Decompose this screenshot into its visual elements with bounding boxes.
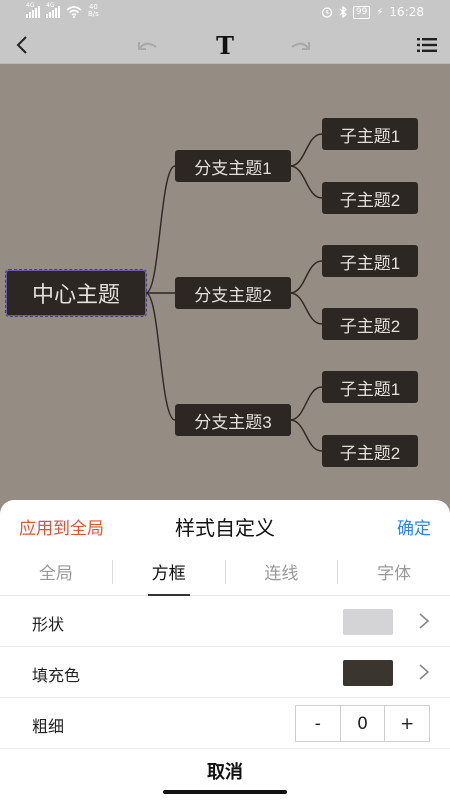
mindmap-canvas[interactable]: 中心主题 分支主题1 分支主题2 分支主题3 子主题1 子主题2 子主题1 子主…	[0, 64, 450, 500]
bluetooth-icon	[339, 6, 347, 18]
chevron-right-icon	[419, 664, 430, 680]
decrease-button[interactable]: -	[296, 706, 340, 741]
net-speed: 40 B/s	[88, 3, 99, 18]
editor-toolbar: T	[0, 26, 450, 64]
outline-button[interactable]	[414, 26, 440, 64]
subtopic[interactable]: 子主题2	[322, 182, 418, 214]
sheet-header: 样式自定义 应用到全局 确定	[0, 500, 450, 548]
branch-topic-2[interactable]: 分支主题2	[175, 277, 291, 309]
fill-color-row[interactable]: 填充色	[0, 647, 450, 698]
redo-icon	[291, 42, 310, 50]
thickness-stepper: - 0 +	[295, 705, 430, 742]
chevron-left-icon	[16, 36, 27, 54]
style-settings-sheet: 样式自定义 应用到全局 确定 全局 方框 连线 字体 形状 填充色 粗细 - 0…	[0, 500, 450, 800]
thickness-label: 粗细	[32, 717, 65, 736]
chevron-right-icon	[419, 613, 430, 629]
undo-button[interactable]	[134, 26, 162, 64]
fill-color-label: 填充色	[32, 666, 81, 685]
confirm-button[interactable]: 确定	[397, 514, 431, 539]
clock: 16:28	[389, 5, 424, 19]
wifi-icon	[66, 6, 82, 18]
tab-font[interactable]: 字体	[338, 548, 450, 595]
subtopic[interactable]: 子主题2	[322, 308, 418, 340]
charging-icon: ⚡	[376, 6, 384, 18]
cellular-signal-icon: 4G	[26, 2, 40, 18]
subtopic[interactable]: 子主题1	[322, 245, 418, 277]
style-tabs: 全局 方框 连线 字体	[0, 548, 450, 596]
battery-level: 99	[352, 5, 371, 19]
status-bar: 4G 4G 40 B/s 99 ⚡ 16:28	[0, 0, 450, 26]
undo-icon	[138, 42, 157, 50]
root-topic[interactable]: 中心主题	[5, 269, 147, 317]
cellular-signal-icon: 4G	[46, 2, 60, 18]
apply-all-button[interactable]: 应用到全局	[19, 514, 104, 539]
thickness-value[interactable]: 0	[339, 706, 385, 741]
increase-button[interactable]: +	[384, 706, 429, 741]
tab-global[interactable]: 全局	[0, 548, 112, 595]
shape-row[interactable]: 形状	[0, 596, 450, 647]
fill-color-swatch[interactable]	[343, 660, 393, 686]
shape-preview[interactable]	[343, 609, 393, 635]
thickness-row: 粗细 - 0 +	[0, 698, 450, 749]
shape-label: 形状	[32, 615, 65, 634]
subtopic[interactable]: 子主题1	[322, 118, 418, 150]
text-style-button[interactable]: T	[210, 26, 240, 64]
cancel-button[interactable]: 取消	[0, 758, 450, 784]
redo-button[interactable]	[286, 26, 314, 64]
branch-topic-1[interactable]: 分支主题1	[175, 150, 291, 182]
subtopic[interactable]: 子主题2	[322, 435, 418, 467]
back-button[interactable]	[10, 26, 34, 64]
tab-line[interactable]: 连线	[226, 548, 338, 595]
tab-box[interactable]: 方框	[113, 548, 225, 595]
list-icon	[417, 38, 437, 52]
subtopic[interactable]: 子主题1	[322, 371, 418, 403]
text-style-icon: T	[216, 30, 234, 60]
alarm-icon	[321, 7, 333, 18]
branch-topic-3[interactable]: 分支主题3	[175, 404, 291, 436]
home-indicator	[163, 790, 287, 794]
